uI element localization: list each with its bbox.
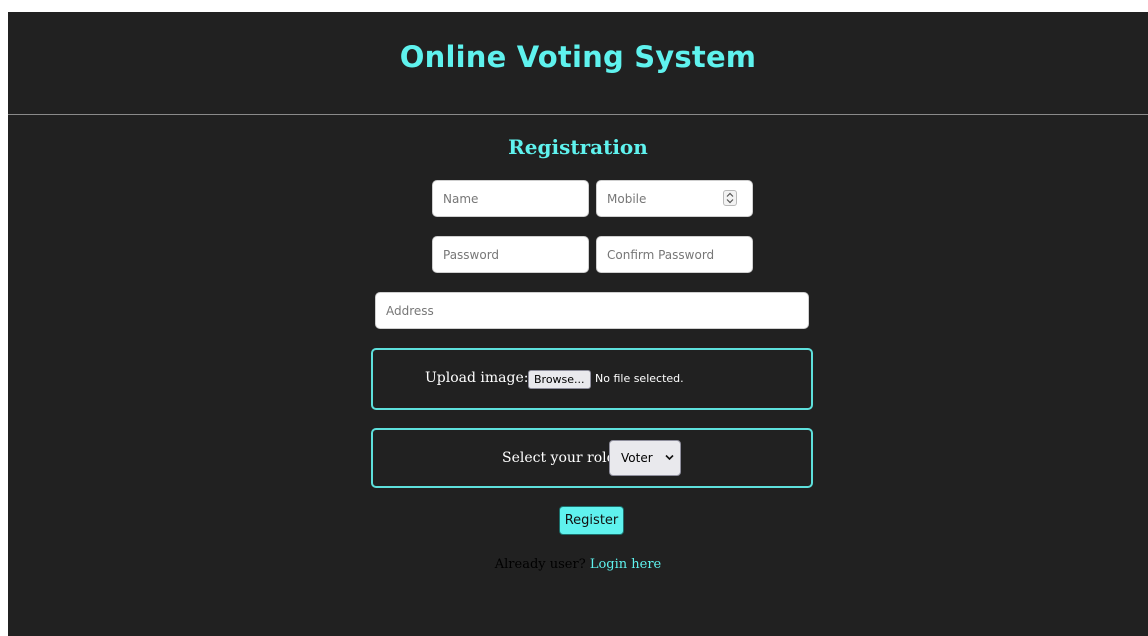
browse-button[interactable]: Browse... — [528, 370, 591, 389]
name-input[interactable] — [432, 180, 589, 217]
register-button[interactable]: Register — [559, 506, 624, 535]
file-status-text: No file selected. — [595, 372, 684, 385]
registration-title: Registration — [508, 135, 648, 159]
confirm-password-input[interactable] — [596, 236, 753, 273]
app-window: Online Voting System Registration Upload… — [8, 12, 1148, 636]
login-prompt-text: Already user? — [494, 557, 586, 572]
header-divider — [8, 114, 1148, 115]
role-select-value: Voter — [621, 451, 653, 465]
header: Online Voting System — [8, 12, 1148, 114]
role-label: Select your role: — [502, 450, 620, 466]
login-link[interactable]: Login here — [590, 557, 661, 572]
role-select[interactable]: Voter — [609, 440, 681, 476]
up-down-spinner-icon[interactable] — [723, 190, 737, 206]
chevron-down-icon — [665, 454, 674, 461]
upload-image-label: Upload image: — [425, 370, 529, 386]
password-input[interactable] — [432, 236, 589, 273]
login-prompt-line: Already user? Login here — [8, 557, 1148, 572]
address-input[interactable] — [375, 292, 809, 329]
page-title: Online Voting System — [399, 40, 757, 74]
